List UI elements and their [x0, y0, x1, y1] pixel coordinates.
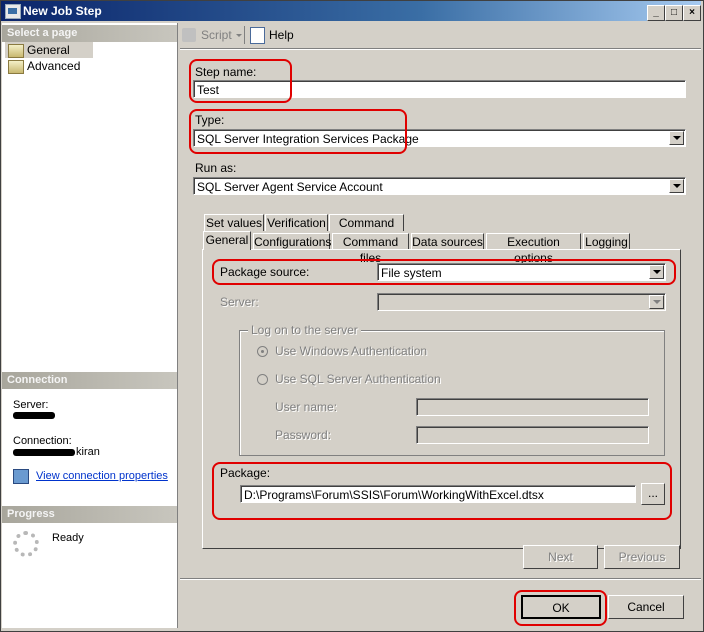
minimize-button[interactable]: _	[647, 5, 665, 21]
step-name-highlight	[189, 59, 292, 103]
progress-spinner-icon	[13, 531, 39, 557]
ok-highlight	[514, 590, 607, 626]
windows-auth-radio[interactable]	[257, 346, 268, 357]
sidebar-item-label: Advanced	[27, 59, 81, 73]
chevron-down-icon[interactable]	[669, 179, 684, 193]
tab-data-sources[interactable]: Data sources	[411, 233, 484, 250]
run-as-select[interactable]: SQL Server Agent Service Account	[193, 177, 686, 195]
user-name-label: User name:	[275, 400, 338, 414]
cancel-button[interactable]: Cancel	[608, 595, 684, 619]
progress-heading: Progress	[2, 506, 177, 523]
tab-execution-options[interactable]: Execution options	[486, 233, 581, 265]
chevron-down-icon[interactable]	[669, 131, 684, 145]
toolbar-divider	[180, 48, 701, 50]
toolbar-separator	[244, 26, 245, 44]
user-name-input[interactable]	[416, 398, 649, 416]
main-panel: Script Help Step name: Test Type: SQL Se…	[180, 23, 701, 628]
type-highlight	[189, 109, 407, 154]
chevron-down-icon[interactable]	[649, 295, 664, 309]
package-highlight	[212, 462, 672, 520]
view-connection-properties-link[interactable]: View connection properties	[36, 470, 168, 482]
progress-status: Ready	[52, 532, 84, 544]
tab-command-files[interactable]: Command files	[332, 233, 409, 265]
tab-command-line[interactable]: Command line	[329, 214, 404, 246]
page-icon	[8, 44, 24, 58]
close-button[interactable]: ×	[683, 5, 701, 21]
sql-auth-label: Use SQL Server Authentication	[275, 372, 441, 386]
sidebar-item-label: General	[27, 43, 70, 57]
help-icon	[250, 27, 265, 44]
tab-configurations[interactable]: Configurations	[253, 233, 331, 250]
sidebar: Select a page General Advanced Connectio…	[2, 23, 178, 628]
connection-properties-icon	[13, 469, 29, 484]
logon-group-title: Log on to the server	[248, 323, 361, 337]
sidebar-item-general[interactable]: General	[5, 42, 93, 58]
connection-heading: Connection	[2, 372, 177, 389]
run-as-label: Run as:	[195, 161, 237, 175]
footer-divider	[180, 578, 701, 580]
chevron-down-icon[interactable]	[236, 34, 242, 37]
window-title: New Job Step	[23, 4, 102, 18]
connection-value: kiran	[76, 446, 100, 458]
tab-logging[interactable]: Logging	[583, 233, 630, 250]
next-button[interactable]: Next	[523, 545, 598, 569]
package-source-highlight	[212, 259, 676, 285]
sidebar-item-advanced[interactable]: Advanced	[5, 58, 80, 74]
server-label: Server:	[13, 399, 49, 411]
redacted-server	[13, 412, 55, 419]
script-icon	[182, 28, 196, 42]
maximize-button[interactable]: □	[665, 5, 683, 21]
connection-label: Connection:	[13, 435, 72, 447]
app-icon	[5, 4, 21, 19]
password-input[interactable]	[416, 426, 649, 444]
redacted-connection	[13, 449, 75, 456]
help-button[interactable]: Help	[269, 28, 294, 42]
run-as-value: SQL Server Agent Service Account	[197, 180, 383, 194]
script-button[interactable]: Script	[201, 28, 232, 42]
select-page-heading: Select a page	[2, 25, 177, 42]
page-icon	[8, 60, 24, 74]
windows-auth-label: Use Windows Authentication	[275, 344, 428, 358]
tab-general[interactable]: General	[203, 231, 251, 250]
sql-auth-radio[interactable]	[257, 374, 268, 385]
title-bar[interactable]: New Job Step _ □ ×	[1, 1, 701, 21]
server-select[interactable]	[377, 293, 666, 311]
password-label: Password:	[275, 428, 332, 442]
server-label: Server:	[220, 295, 259, 309]
previous-button[interactable]: Previous	[604, 545, 680, 569]
tab-verification[interactable]: Verification	[265, 214, 328, 231]
tab-set-values[interactable]: Set values	[204, 214, 264, 231]
